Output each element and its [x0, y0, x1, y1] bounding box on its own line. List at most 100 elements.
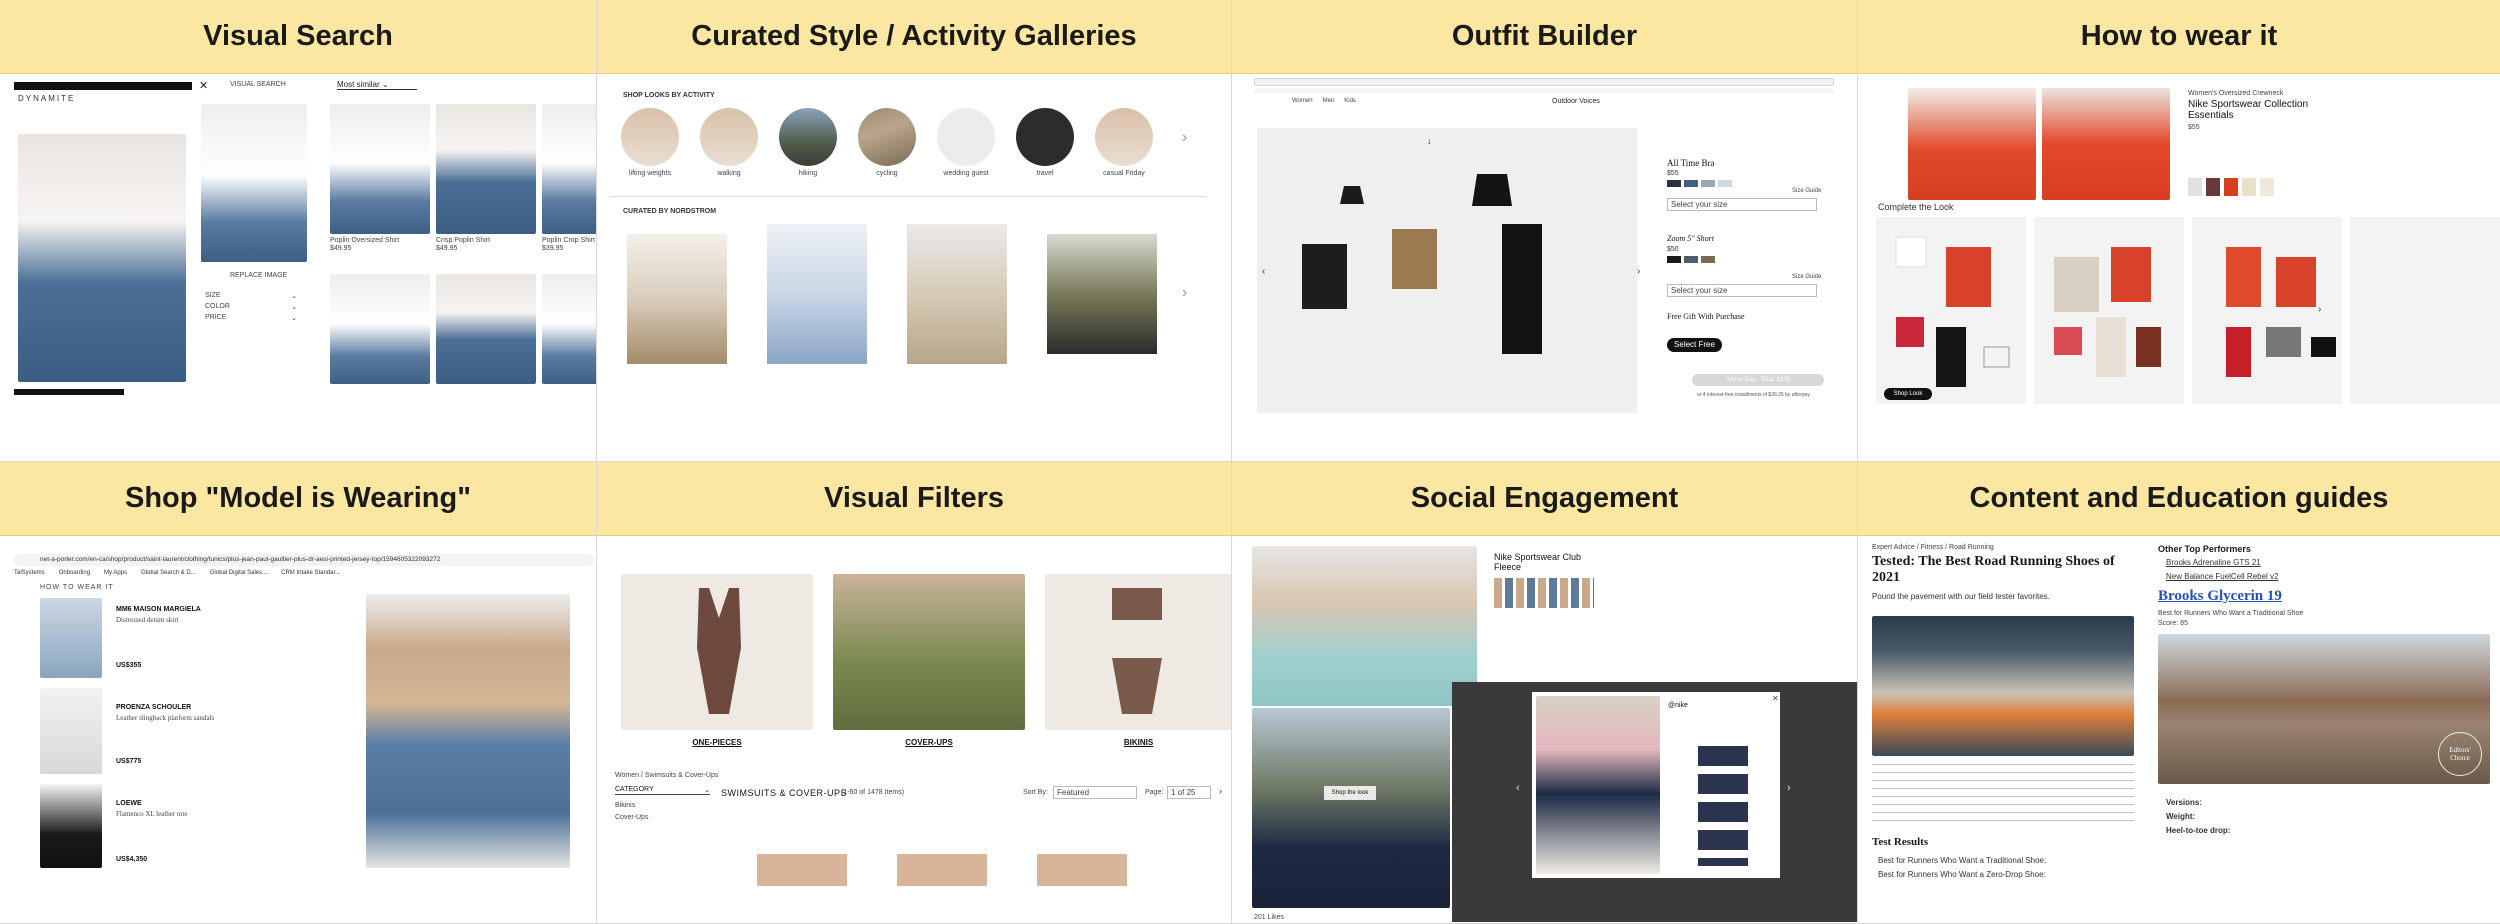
activity-thumb[interactable] — [1016, 108, 1074, 166]
filter-color[interactable]: COLOR ⌄ — [205, 303, 297, 311]
chevron-right-icon[interactable]: › — [1182, 129, 1187, 147]
browser-url-bar[interactable]: net-a-porter.com/en-ca/shop/product/sain… — [14, 554, 594, 566]
breadcrumb[interactable]: Women / Swimsuits & Cover-Ups — [615, 772, 718, 779]
nav-men[interactable]: Men — [1323, 98, 1335, 104]
handle[interactable]: @nike — [1668, 702, 1688, 709]
result-image[interactable] — [436, 274, 536, 384]
tagged-products[interactable] — [1698, 746, 1748, 866]
color-thumb[interactable] — [2242, 178, 2256, 196]
shoe-title-link[interactable]: Brooks Glycerin 19 — [2158, 588, 2282, 605]
look-card[interactable] — [2350, 217, 2500, 404]
hero-image[interactable] — [1872, 616, 2134, 756]
activity-thumb[interactable] — [1095, 108, 1153, 166]
look-collage[interactable] — [767, 224, 867, 364]
filter-size[interactable]: SIZE ⌄ — [205, 292, 297, 300]
swatch[interactable] — [1667, 180, 1681, 187]
category-item[interactable]: Bikinis — [615, 802, 635, 809]
swatch[interactable] — [1684, 180, 1698, 187]
listing-image[interactable] — [1037, 806, 1127, 886]
shop-look-button[interactable]: Shop Look — [1884, 388, 1932, 400]
tile-label[interactable]: COVER-UPS — [833, 738, 1025, 747]
activity-thumb[interactable] — [858, 108, 916, 166]
look-collage[interactable] — [907, 224, 1007, 364]
chevron-right-icon[interactable]: › — [2318, 304, 2321, 315]
article-subtitle: Pound the pavement with our field tester… — [1872, 592, 2050, 601]
bookmark[interactable]: Global Search & D... — [141, 570, 196, 576]
look-collage[interactable] — [1047, 234, 1157, 354]
social-photo[interactable] — [1252, 708, 1450, 908]
result-image[interactable] — [542, 274, 596, 384]
page-select[interactable]: 1 of 25 — [1167, 786, 1211, 799]
activity-thumb[interactable] — [779, 108, 837, 166]
swatch[interactable] — [1718, 180, 1732, 187]
size-guide-link[interactable]: Size Guide — [1792, 274, 1821, 280]
look-collage[interactable] — [627, 234, 727, 364]
arrow-up-icon[interactable]: ↓ — [1427, 136, 1432, 146]
model-image[interactable] — [366, 594, 570, 868]
sort-select[interactable]: Featured — [1053, 786, 1137, 799]
bookmark[interactable]: My Apps — [104, 570, 127, 576]
tile-label[interactable]: ONE-PIECES — [621, 738, 813, 747]
shop-the-look-button[interactable]: Shop the look — [1324, 786, 1376, 800]
color-thumb[interactable] — [2260, 178, 2274, 196]
activity-thumb[interactable] — [937, 108, 995, 166]
swatch[interactable] — [1667, 256, 1681, 263]
add-to-bag-button[interactable]: Add to Bag - Total: $105 — [1692, 374, 1824, 386]
product-image[interactable] — [1252, 546, 1477, 706]
bookmark[interactable]: CRM Intake Standar... — [281, 570, 340, 576]
chevron-right-icon[interactable]: › — [1182, 284, 1187, 302]
chevron-right-icon[interactable]: › — [1219, 786, 1222, 796]
modal-photo[interactable] — [1536, 696, 1660, 874]
bookmark[interactable]: TalSystems — [14, 570, 45, 576]
chevron-left-icon[interactable]: ‹ — [1262, 266, 1265, 277]
crop-preview[interactable] — [201, 104, 307, 262]
product-image[interactable] — [1908, 88, 2036, 200]
outfit-items[interactable] — [1302, 174, 1602, 364]
color-thumb[interactable] — [2206, 178, 2220, 196]
close-icon[interactable]: ✕ — [1772, 694, 1779, 703]
result-image[interactable] — [330, 274, 430, 384]
size-guide-link[interactable]: Size Guide — [1792, 188, 1821, 194]
sort-select[interactable]: Most similar ⌄ — [337, 80, 417, 90]
performer-link[interactable]: New Balance FuelCell Rebel v2 — [2166, 572, 2279, 581]
replace-image-button[interactable]: REPLACE IMAGE — [230, 272, 287, 279]
swatch[interactable] — [1684, 256, 1698, 263]
chevron-left-icon[interactable]: ‹ — [1516, 782, 1520, 794]
item-image[interactable] — [40, 784, 102, 868]
breadcrumb[interactable]: Expert Advice / Fitness / Road Running — [1872, 544, 1994, 551]
filter-price[interactable]: PRICE ⌄ — [205, 314, 297, 322]
activity-thumb[interactable] — [621, 108, 679, 166]
result-image[interactable] — [330, 104, 430, 234]
size-select[interactable]: Select your size — [1667, 284, 1817, 297]
filter-tile-cover-ups[interactable] — [833, 574, 1025, 730]
color-swatches[interactable] — [1494, 578, 1594, 608]
close-icon[interactable]: ✕ — [199, 79, 208, 92]
nav-kids[interactable]: Kids — [1344, 98, 1356, 104]
chevron-right-icon[interactable]: › — [1637, 266, 1640, 277]
nav-women[interactable]: Women — [1292, 98, 1313, 104]
bookmark[interactable]: Global Digital Sales... — [210, 570, 267, 576]
listing-image[interactable] — [757, 806, 847, 886]
color-thumb[interactable] — [2188, 178, 2202, 196]
activity-label: lifting weights — [628, 170, 672, 177]
select-free-gift-button[interactable]: Select Free Gift — [1667, 338, 1722, 363]
category-item[interactable]: Cover-Ups — [615, 814, 648, 821]
item-image[interactable] — [40, 688, 102, 774]
product-image[interactable] — [2042, 88, 2170, 200]
query-image[interactable] — [18, 134, 186, 382]
category-filter[interactable]: CATEGORY ⌄ — [615, 786, 710, 795]
size-select[interactable]: Select your size — [1667, 198, 1817, 211]
listing-image[interactable] — [897, 806, 987, 886]
swatch[interactable] — [1701, 180, 1715, 187]
result-image[interactable] — [542, 104, 596, 234]
color-thumb[interactable] — [2224, 178, 2238, 196]
result-image[interactable] — [436, 104, 536, 234]
activity-thumb[interactable] — [700, 108, 758, 166]
swatch[interactable] — [1701, 256, 1715, 263]
item-image[interactable] — [40, 598, 102, 678]
bookmark[interactable]: Onboarding — [59, 570, 90, 576]
tile-label[interactable]: BIKINIS — [1045, 738, 1231, 747]
chevron-right-icon[interactable]: › — [1787, 782, 1791, 794]
browser-url-bar[interactable] — [1254, 78, 1834, 86]
performer-link[interactable]: Brooks Adrenaline GTS 21 — [2166, 558, 2261, 567]
